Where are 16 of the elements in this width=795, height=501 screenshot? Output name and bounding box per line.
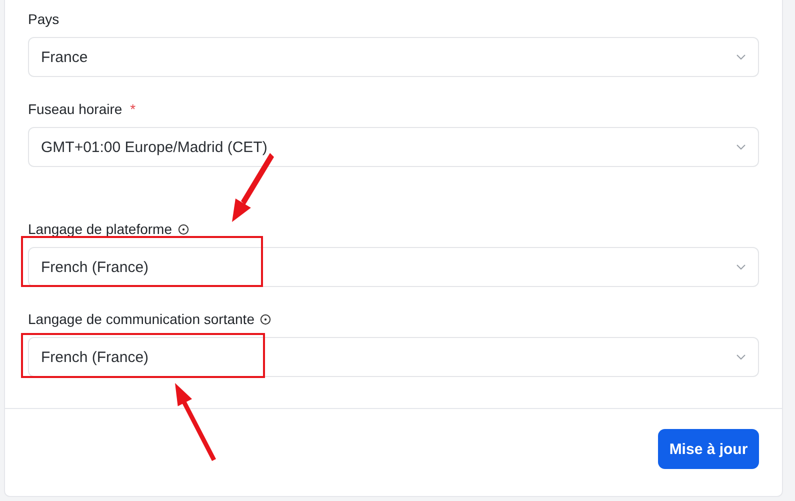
- update-button[interactable]: Mise à jour: [658, 429, 759, 469]
- dropdown-field[interactable]: France: [28, 37, 759, 77]
- chevron-down-icon: [736, 264, 746, 270]
- dropdown-field[interactable]: French (France): [28, 337, 759, 377]
- field-label: Langage de plateforme: [28, 221, 172, 237]
- required-mark: *: [130, 101, 136, 117]
- chevron-down-icon: [736, 54, 746, 60]
- dropdown-field[interactable]: GMT+01:00 Europe/Madrid (CET): [28, 127, 759, 167]
- chevron-down-icon: [736, 354, 746, 360]
- field-label: Pays: [28, 11, 60, 27]
- info-icon[interactable]: [260, 314, 272, 324]
- info-icon[interactable]: [178, 224, 189, 234]
- field-label: Langage de communication sortante: [28, 311, 254, 327]
- chevron-down-icon: [736, 144, 746, 150]
- field-label: Fuseau horaire: [28, 101, 122, 117]
- dropdown-field[interactable]: French (France): [28, 247, 759, 287]
